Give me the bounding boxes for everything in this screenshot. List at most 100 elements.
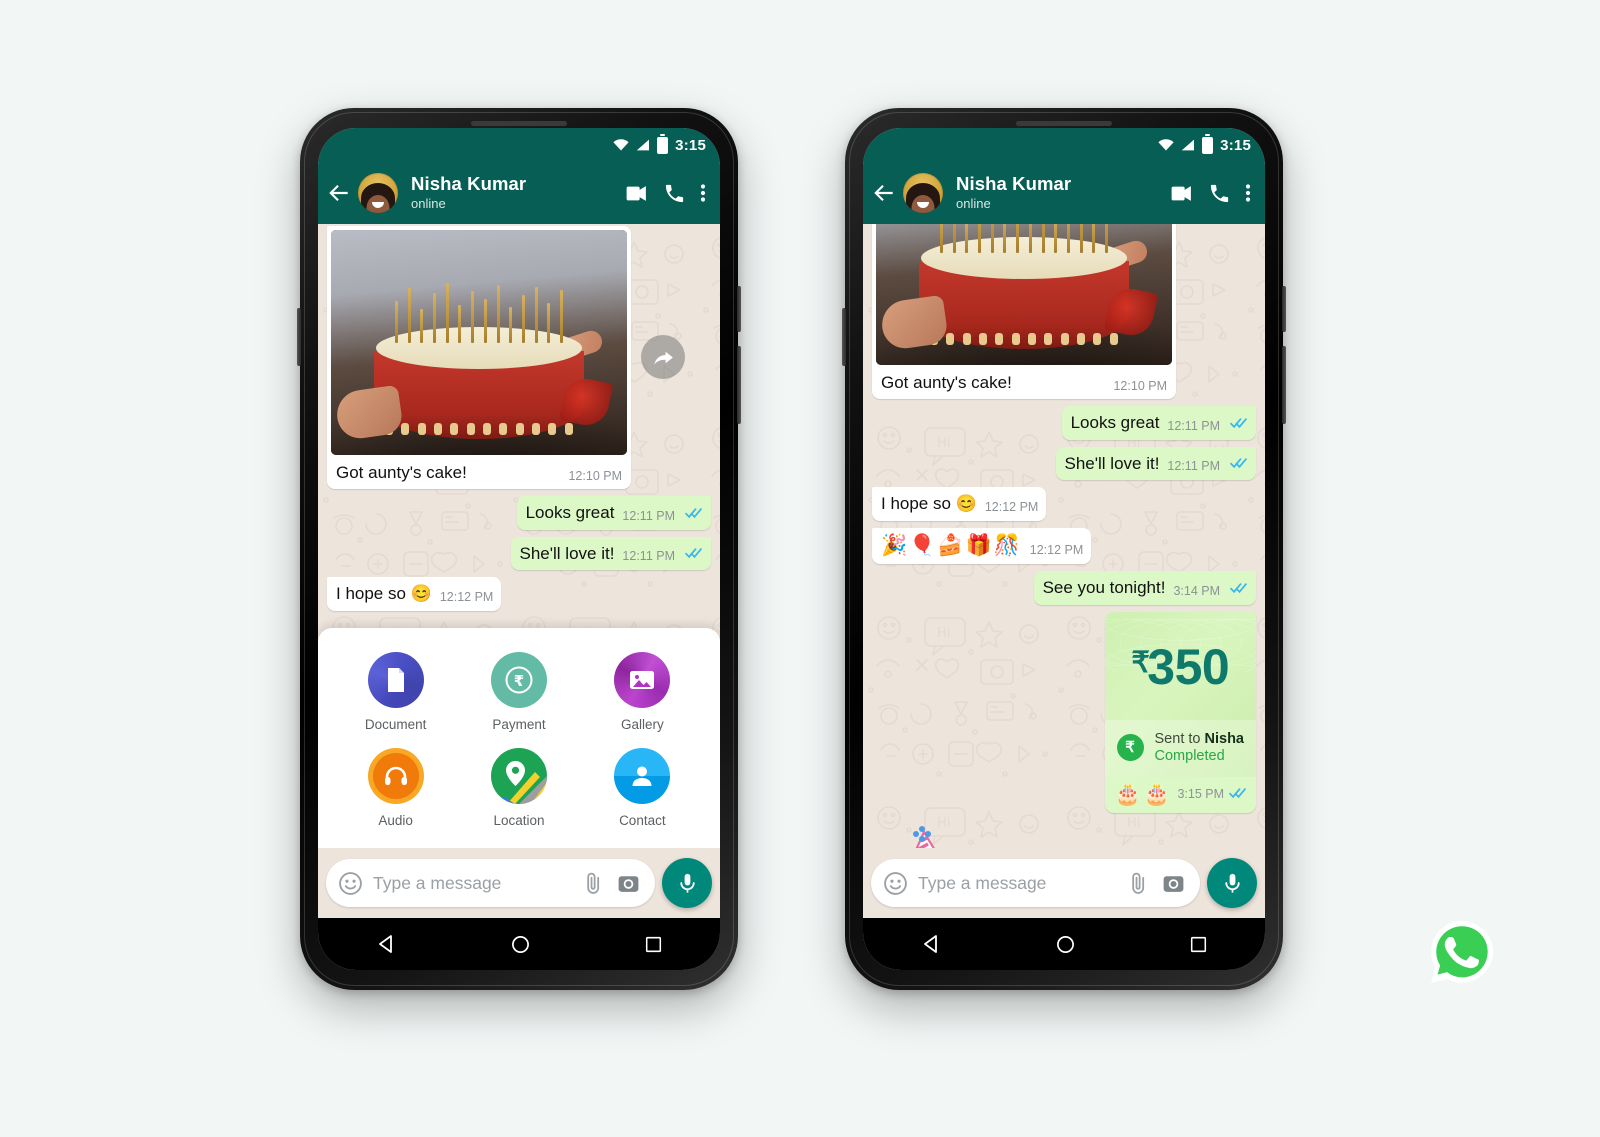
outgoing-message-bubble[interactable]: Looks great 12:11 PM	[1061, 405, 1256, 440]
attach-option-payment[interactable]: ₹ Payment	[457, 652, 580, 732]
payment-note-emojis: 🎂🎂	[1114, 782, 1173, 806]
message-row-photo: Got aunty's cake! 12:10 PM	[872, 224, 1256, 399]
payment-message-bubble[interactable]: ₹350 ₹ Sent to Nisha Completed 🎂🎂 3:15 P…	[1104, 611, 1256, 813]
message-composer: Type a message	[318, 848, 720, 918]
paperclip-icon[interactable]	[1126, 871, 1151, 896]
contact-info[interactable]: Nisha Kumar online	[956, 173, 1165, 212]
image-message-bubble[interactable]: Got aunty's cake! 12:10 PM	[327, 226, 631, 489]
attach-option-audio[interactable]: Audio	[334, 748, 457, 828]
video-call-icon[interactable]	[1169, 181, 1194, 206]
outgoing-message-bubble[interactable]: Looks great 12:11 PM	[516, 495, 711, 530]
message-input-pill[interactable]: Type a message	[326, 859, 655, 907]
message-row-shell-love-it: She'll love it! 12:11 PM	[872, 446, 1256, 481]
sent-to-label: Sent to	[1154, 730, 1205, 747]
wifi-icon	[613, 139, 629, 151]
party-dinosaur-sticker[interactable]	[872, 820, 1022, 848]
battery-icon	[657, 133, 669, 154]
video-call-icon[interactable]	[624, 181, 649, 206]
emoji-icon[interactable]	[883, 871, 908, 896]
back-arrow-icon[interactable]	[326, 180, 352, 206]
header-actions	[624, 181, 708, 206]
emoji-message-text: 🎉🎈🍰🎁🎊	[881, 534, 1022, 557]
read-receipt-icon	[1230, 581, 1248, 599]
avatar[interactable]	[903, 173, 943, 213]
forward-icon[interactable]	[641, 335, 685, 380]
nav-home-icon[interactable]	[511, 935, 530, 954]
nav-back-icon[interactable]	[921, 934, 941, 954]
status-bar-time: 3:15	[1220, 136, 1251, 154]
image-message-bubble[interactable]: Got aunty's cake! 12:10 PM	[872, 224, 1176, 399]
message-row-i-hope-so: I hope so 😊 12:12 PM	[872, 487, 1256, 521]
overflow-menu-icon[interactable]	[700, 181, 706, 205]
message-text: She'll love it!	[1064, 453, 1160, 473]
message-text: I hope so 😊	[336, 584, 432, 604]
rupee-payment-icon: ₹	[490, 652, 547, 708]
phone-screen-left: 3:15 Nisha Kumar online Got aunty's cake…	[318, 128, 720, 970]
voice-call-icon[interactable]	[1208, 182, 1231, 205]
outgoing-message-bubble[interactable]: She'll love it! 12:11 PM	[1055, 446, 1256, 481]
message-row-looks-great: Looks great 12:11 PM	[327, 495, 711, 530]
search-input-placeholder[interactable]: Type a message	[918, 873, 1116, 894]
volume-button[interactable]	[297, 308, 301, 366]
nav-recents-icon[interactable]	[1190, 936, 1207, 953]
chat-header: Nisha Kumar online	[863, 162, 1265, 224]
voice-call-icon[interactable]	[663, 182, 686, 205]
message-row-payment: ₹350 ₹ Sent to Nisha Completed 🎂🎂 3:15 P…	[872, 611, 1256, 813]
outgoing-message-bubble[interactable]: She'll love it! 12:11 PM	[510, 536, 711, 571]
svg-text:₹: ₹	[514, 672, 524, 690]
attach-option-gallery[interactable]: Gallery	[581, 652, 704, 732]
payment-note-row: 🎂🎂 3:15 PM	[1105, 777, 1256, 813]
microphone-icon[interactable]	[1207, 858, 1257, 908]
attach-option-document[interactable]: Document	[334, 652, 457, 732]
contact-presence: online	[956, 195, 991, 211]
camera-icon[interactable]	[1161, 871, 1186, 896]
attach-option-location[interactable]: Location	[457, 748, 580, 828]
camera-icon[interactable]	[616, 871, 641, 896]
read-receipt-icon	[1229, 786, 1247, 804]
rupee-badge-icon: ₹	[1116, 733, 1144, 761]
incoming-message-bubble[interactable]: I hope so 😊 12:12 PM	[327, 577, 502, 611]
status-bar-time: 3:15	[675, 136, 706, 154]
volume-rocker[interactable]	[1282, 346, 1286, 424]
nav-home-icon[interactable]	[1056, 935, 1075, 954]
birthday-cake-photo[interactable]	[876, 224, 1172, 365]
message-row-sticker: 3:15 PM	[872, 820, 1256, 848]
contact-info[interactable]: Nisha Kumar online	[411, 173, 620, 212]
message-timestamp: 12:11 PM	[1167, 459, 1220, 474]
read-receipt-icon	[685, 506, 703, 524]
volume-button[interactable]	[842, 308, 846, 366]
overflow-menu-icon[interactable]	[1245, 181, 1251, 205]
back-arrow-icon[interactable]	[871, 180, 897, 206]
volume-rocker[interactable]	[737, 346, 741, 424]
whatsapp-logo	[1431, 921, 1493, 983]
incoming-message-bubble[interactable]: I hope so 😊 12:12 PM	[872, 487, 1047, 521]
read-receipt-icon	[1230, 456, 1248, 474]
power-button[interactable]	[1282, 286, 1286, 332]
attach-label: Audio	[378, 813, 413, 828]
payment-status: Completed	[1154, 747, 1225, 764]
avatar[interactable]	[358, 173, 398, 213]
birthday-cake-photo[interactable]	[331, 230, 627, 455]
phone-device-right: 3:15 Nisha Kumar online Got aunty's cake…	[842, 108, 1286, 990]
microphone-icon[interactable]	[662, 858, 712, 908]
message-text: Looks great	[1070, 412, 1160, 432]
nav-back-icon[interactable]	[376, 934, 396, 954]
photo-timestamp: 12:10 PM	[568, 468, 622, 483]
attach-option-contact[interactable]: Contact	[581, 748, 704, 828]
paperclip-icon[interactable]	[581, 871, 606, 896]
message-input-pill[interactable]: Type a message	[871, 859, 1200, 907]
message-timestamp: 12:11 PM	[622, 508, 675, 523]
chat-scroll-area-left[interactable]: Got aunty's cake! 12:10 PM Looks great 1…	[318, 224, 720, 848]
search-input-placeholder[interactable]: Type a message	[373, 873, 571, 894]
power-button[interactable]	[737, 286, 741, 332]
chat-scroll-area-right[interactable]: Got aunty's cake! 12:10 PM Looks great 1…	[863, 224, 1265, 848]
message-timestamp: 12:12 PM	[984, 500, 1039, 514]
wifi-icon	[1158, 139, 1174, 151]
nav-recents-icon[interactable]	[645, 936, 662, 953]
photo-caption: Got aunty's cake!	[336, 463, 467, 482]
emoji-icon[interactable]	[338, 871, 363, 896]
signal-icon	[636, 139, 650, 151]
outgoing-message-bubble[interactable]: See you tonight! 3:14 PM	[1033, 571, 1256, 605]
incoming-emoji-bubble[interactable]: 🎉🎈🍰🎁🎊 12:12 PM	[872, 528, 1092, 564]
payment-recipient-line: Sent to Nisha	[1155, 731, 1244, 747]
